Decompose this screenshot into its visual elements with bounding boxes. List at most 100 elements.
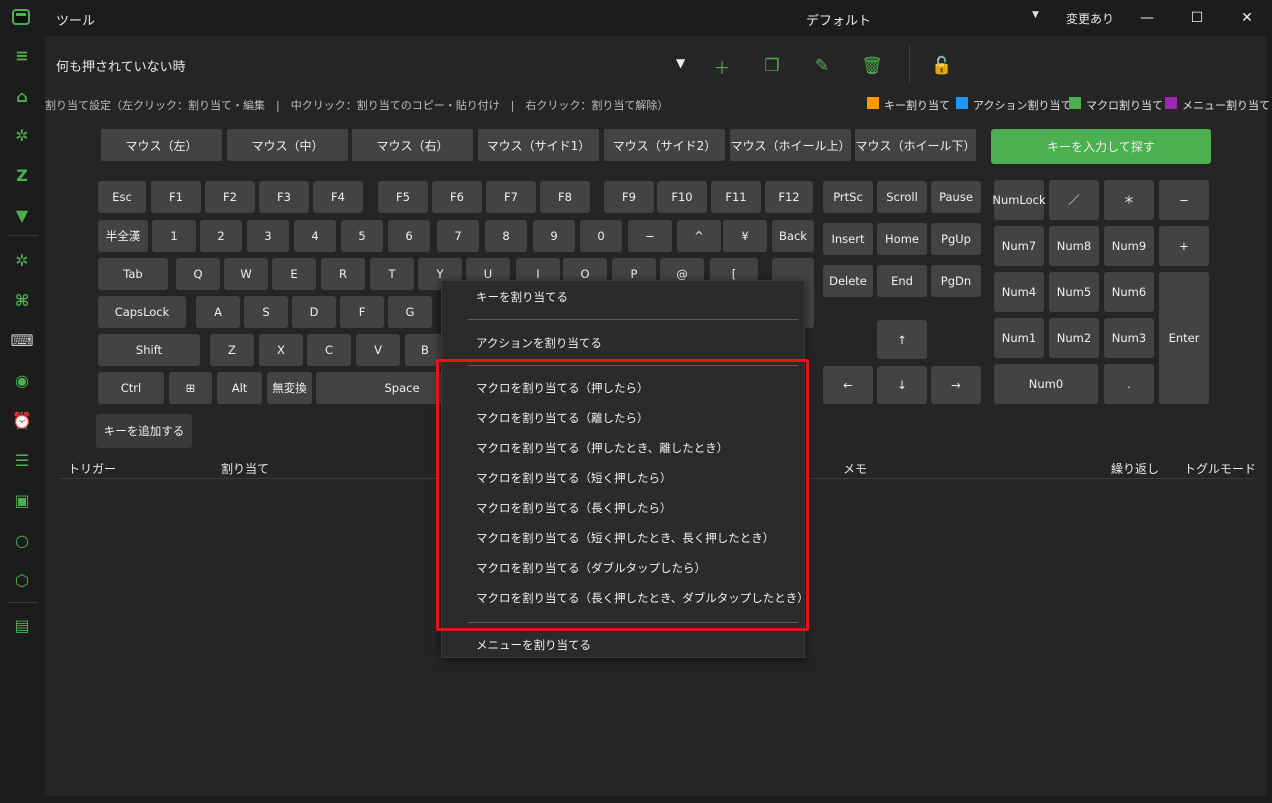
maximize-button[interactable]: ☐ bbox=[1182, 6, 1212, 30]
mouse-wheel-down-button[interactable]: マウス（ホイール下） bbox=[855, 129, 976, 161]
key-f11[interactable]: F11 bbox=[711, 181, 761, 213]
key-f2[interactable]: F2 bbox=[205, 181, 255, 213]
key-s[interactable]: S bbox=[244, 296, 288, 328]
key-9[interactable]: 9 bbox=[533, 220, 575, 252]
key-d[interactable]: D bbox=[292, 296, 336, 328]
lock-icon[interactable]: 🔓 bbox=[930, 54, 954, 78]
key-num7[interactable]: Num7 bbox=[994, 226, 1044, 266]
key-down[interactable]: ↓ bbox=[877, 366, 927, 404]
condition-select[interactable]: 何も押されていない時 bbox=[56, 56, 186, 75]
key-num2[interactable]: Num2 bbox=[1049, 318, 1099, 358]
key-f3[interactable]: F3 bbox=[259, 181, 309, 213]
key-num-enter[interactable]: Enter bbox=[1159, 272, 1209, 404]
key-num-slash[interactable]: ／ bbox=[1049, 180, 1099, 220]
key-home[interactable]: Home bbox=[877, 223, 927, 255]
key-right[interactable]: → bbox=[931, 366, 981, 404]
key-num8[interactable]: Num8 bbox=[1049, 226, 1099, 266]
key-scroll[interactable]: Scroll bbox=[877, 181, 927, 213]
keyboard-icon[interactable]: ⌨ bbox=[10, 330, 33, 350]
key-f10[interactable]: F10 bbox=[657, 181, 707, 213]
key-pgdn[interactable]: PgDn bbox=[931, 265, 981, 297]
key-end[interactable]: End bbox=[877, 265, 927, 297]
key-c[interactable]: C bbox=[307, 334, 351, 366]
mouse-left-button[interactable]: マウス（左） bbox=[101, 129, 222, 161]
key-num5[interactable]: Num5 bbox=[1049, 272, 1099, 312]
key-f8[interactable]: F8 bbox=[540, 181, 590, 213]
save-icon[interactable]: ▤ bbox=[12, 615, 32, 635]
key-r[interactable]: R bbox=[321, 258, 365, 290]
mouse-side1-button[interactable]: マウス（サイド1） bbox=[478, 129, 599, 161]
search-key-button[interactable]: キーを入力して探す bbox=[991, 129, 1211, 164]
key-f[interactable]: F bbox=[340, 296, 384, 328]
key-num-minus[interactable]: − bbox=[1159, 180, 1209, 220]
menu-icon[interactable]: ≡ bbox=[12, 45, 32, 65]
key-numlock[interactable]: NumLock bbox=[992, 180, 1046, 220]
key-z[interactable]: Z bbox=[210, 334, 254, 366]
mouse-middle-button[interactable]: マウス（中） bbox=[227, 129, 348, 161]
key-num4[interactable]: Num4 bbox=[994, 272, 1044, 312]
key-a[interactable]: A bbox=[196, 296, 240, 328]
gear-icon[interactable]: ✲ bbox=[12, 250, 32, 270]
mouse-right-button[interactable]: マウス（右） bbox=[352, 129, 473, 161]
menu-item-assign-key[interactable]: キーを割り当てる bbox=[476, 289, 568, 305]
add-key-button[interactable]: キーを追加する bbox=[96, 414, 192, 448]
settings-icon[interactable]: ✲ bbox=[12, 125, 32, 145]
key-num-plus[interactable]: + bbox=[1159, 226, 1209, 266]
key-tab[interactable]: Tab bbox=[98, 258, 168, 290]
key-num6[interactable]: Num6 bbox=[1104, 272, 1154, 312]
key-3[interactable]: 3 bbox=[247, 220, 289, 252]
condition-dropdown-icon[interactable]: ▼ bbox=[676, 56, 685, 70]
mouse-side2-button[interactable]: マウス（サイド2） bbox=[604, 129, 725, 161]
key-muhenkan[interactable]: 無変換 bbox=[267, 372, 312, 404]
key-2[interactable]: 2 bbox=[200, 220, 242, 252]
key-capslock[interactable]: CapsLock bbox=[98, 296, 186, 328]
menu-item-assign-action[interactable]: アクションを割り当てる bbox=[476, 335, 602, 351]
key-f6[interactable]: F6 bbox=[432, 181, 482, 213]
command-key-icon[interactable]: ⌘ bbox=[12, 290, 32, 310]
key-6[interactable]: 6 bbox=[388, 220, 430, 252]
key-f9[interactable]: F9 bbox=[604, 181, 654, 213]
key-ctrl[interactable]: Ctrl bbox=[98, 372, 164, 404]
list-icon[interactable]: ☰ bbox=[12, 450, 32, 470]
key-7[interactable]: 7 bbox=[437, 220, 479, 252]
key-hankaku[interactable]: 半全漢 bbox=[98, 220, 148, 252]
vuetify-logo-icon[interactable]: ▼ bbox=[12, 205, 32, 225]
copy-icon[interactable]: ❐ bbox=[760, 54, 784, 78]
column-header-repeat[interactable]: 繰り返し bbox=[1111, 460, 1159, 477]
key-f5[interactable]: F5 bbox=[378, 181, 428, 213]
key-num1[interactable]: Num1 bbox=[994, 318, 1044, 358]
key-f1[interactable]: F1 bbox=[151, 181, 201, 213]
key-num0[interactable]: Num0 bbox=[994, 364, 1098, 404]
key-up[interactable]: ↑ bbox=[877, 320, 927, 359]
key-0[interactable]: 0 bbox=[580, 220, 622, 252]
key-yen[interactable]: ¥ bbox=[723, 220, 767, 252]
key-t[interactable]: T bbox=[370, 258, 414, 290]
column-header-memo[interactable]: メモ bbox=[843, 460, 867, 477]
key-f7[interactable]: F7 bbox=[486, 181, 536, 213]
column-header-trigger[interactable]: トリガー bbox=[68, 460, 116, 477]
column-header-toggle-mode[interactable]: トグルモード bbox=[1184, 460, 1256, 477]
key-caret[interactable]: ^ bbox=[677, 220, 721, 252]
key-esc[interactable]: Esc bbox=[98, 181, 146, 213]
key-8[interactable]: 8 bbox=[485, 220, 527, 252]
key-num3[interactable]: Num3 bbox=[1104, 318, 1154, 358]
column-header-assign[interactable]: 割り当て bbox=[221, 460, 269, 477]
key-1[interactable]: 1 bbox=[152, 220, 196, 252]
key-q[interactable]: Q bbox=[176, 258, 220, 290]
alarm-clock-icon[interactable]: ⏰ bbox=[12, 410, 32, 430]
gamepad-icon[interactable]: ◉ bbox=[12, 370, 32, 390]
key-insert[interactable]: Insert bbox=[823, 223, 873, 255]
cube-icon[interactable]: ⬡ bbox=[12, 570, 32, 590]
key-minus[interactable]: − bbox=[628, 220, 672, 252]
circle-icon[interactable]: ○ bbox=[12, 530, 32, 550]
key-f4[interactable]: F4 bbox=[313, 181, 363, 213]
edit-pencil-icon[interactable]: ✎ bbox=[810, 54, 834, 78]
key-x[interactable]: X bbox=[259, 334, 303, 366]
close-button[interactable]: ✕ bbox=[1232, 6, 1262, 30]
key-windows[interactable]: ⊞ bbox=[169, 372, 212, 404]
key-num-dot[interactable]: . bbox=[1104, 364, 1154, 404]
delete-trash-icon[interactable]: 🗑 bbox=[860, 54, 884, 78]
key-num-asterisk[interactable]: ＊ bbox=[1104, 180, 1154, 220]
key-alt[interactable]: Alt bbox=[217, 372, 262, 404]
profile-dropdown-icon[interactable]: ▼ bbox=[1032, 10, 1039, 20]
